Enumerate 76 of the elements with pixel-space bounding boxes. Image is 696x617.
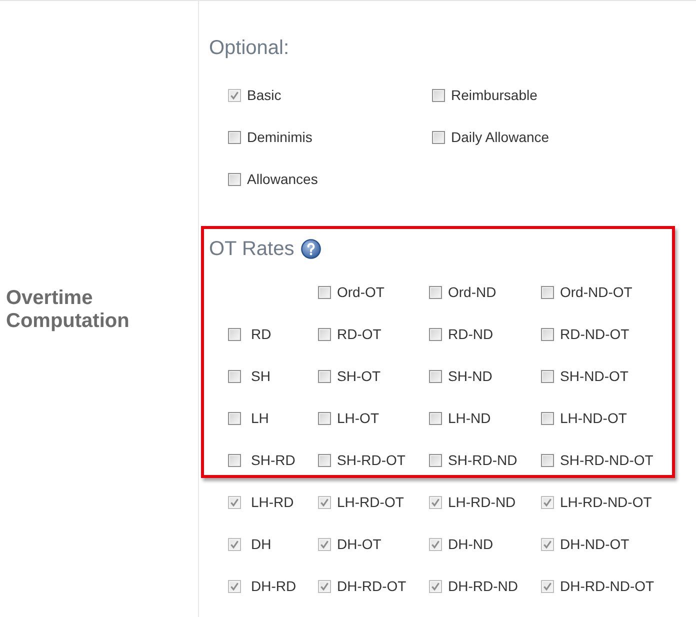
checkbox-label: Reimbursable (451, 86, 538, 104)
check-icon (543, 582, 552, 590)
checkbox[interactable] (318, 370, 331, 382)
checkbox-label: DH (251, 535, 272, 553)
checkbox[interactable] (541, 412, 554, 424)
section-label: Overtime Computation (6, 287, 130, 333)
checkbox-label: DH-RD-OT (337, 577, 406, 595)
checkbox-label: RD-ND (448, 325, 494, 343)
check-icon (543, 540, 552, 548)
checkbox-label: Daily Allowance (451, 128, 550, 146)
checkbox[interactable] (429, 412, 442, 424)
check-icon (230, 90, 239, 100)
check-icon (320, 540, 329, 548)
checkbox-label: LH-RD-ND-OT (560, 493, 652, 511)
checkbox-label: SH (251, 367, 270, 385)
checkbox-label: DH-RD-ND-OT (560, 577, 654, 595)
checkbox[interactable] (541, 286, 554, 298)
checkbox-label: Allowances (247, 170, 318, 188)
checkbox-label: Ord-ND-OT (560, 283, 632, 301)
checkbox[interactable] (228, 328, 241, 340)
checkbox-label: RD-ND-OT (560, 325, 630, 343)
checkbox-label: LH-ND (448, 409, 491, 427)
checkbox-label: Ord-OT (337, 283, 384, 301)
checkbox[interactable] (429, 286, 442, 298)
check-icon (543, 498, 552, 506)
checkbox-label: Ord-ND (448, 283, 496, 301)
checkbox[interactable] (429, 454, 442, 466)
checkbox[interactable] (429, 328, 442, 340)
checkbox[interactable] (318, 454, 331, 466)
checkbox[interactable] (228, 172, 241, 186)
checkbox[interactable] (432, 88, 445, 102)
checkbox-label: RD (251, 325, 272, 343)
section-heading: Optional: (209, 37, 290, 59)
checkbox-label: DH-ND (448, 535, 494, 553)
checkbox-label: SH-RD (251, 451, 296, 469)
checkbox[interactable] (318, 328, 331, 340)
checkbox-label: DH-ND-OT (560, 535, 630, 553)
checkbox-label: SH-ND-OT (560, 367, 628, 385)
checkbox-label: DH-RD (251, 577, 296, 595)
checkbox[interactable] (228, 370, 241, 382)
check-icon (230, 582, 239, 590)
check-icon (431, 582, 440, 590)
help-icon[interactable] (301, 239, 322, 259)
checkbox-label: LH-RD-OT (337, 493, 404, 511)
checkbox[interactable] (432, 130, 445, 144)
checkbox-label: SH-RD-ND (448, 451, 518, 469)
check-icon (320, 498, 329, 506)
checkbox-label: SH-RD-ND-OT (560, 451, 654, 469)
checkbox-label: LH-RD (251, 493, 294, 511)
checkbox-label: DH-OT (337, 535, 382, 553)
checkbox-label: LH-OT (337, 409, 379, 427)
checkbox-label: DH-RD-ND (448, 577, 518, 595)
check-icon (431, 498, 440, 506)
checkbox[interactable] (228, 454, 241, 466)
checkbox-label: SH-OT (337, 367, 381, 385)
checkbox[interactable] (318, 412, 331, 424)
checkbox-label: LH-ND-OT (560, 409, 627, 427)
section-heading: OT Rates (209, 237, 294, 261)
check-icon (230, 498, 239, 506)
checkbox[interactable] (429, 370, 442, 382)
checkbox-label: LH-RD-ND (448, 493, 516, 511)
checkbox[interactable] (541, 370, 554, 382)
checkbox-label: SH-RD-OT (337, 451, 406, 469)
check-icon (230, 540, 239, 548)
checkbox[interactable] (228, 412, 241, 424)
check-icon (320, 582, 329, 590)
checkbox[interactable] (318, 286, 331, 298)
checkbox-label: Deminimis (247, 128, 312, 146)
checkbox-label: SH-ND (448, 367, 492, 385)
check-icon (431, 540, 440, 548)
checkbox[interactable] (228, 130, 241, 144)
checkbox[interactable] (541, 328, 554, 340)
checkbox[interactable] (541, 454, 554, 466)
checkbox-label: LH (251, 409, 269, 427)
checkbox-label: Basic (247, 86, 282, 104)
checkbox-label: RD-OT (337, 325, 382, 343)
